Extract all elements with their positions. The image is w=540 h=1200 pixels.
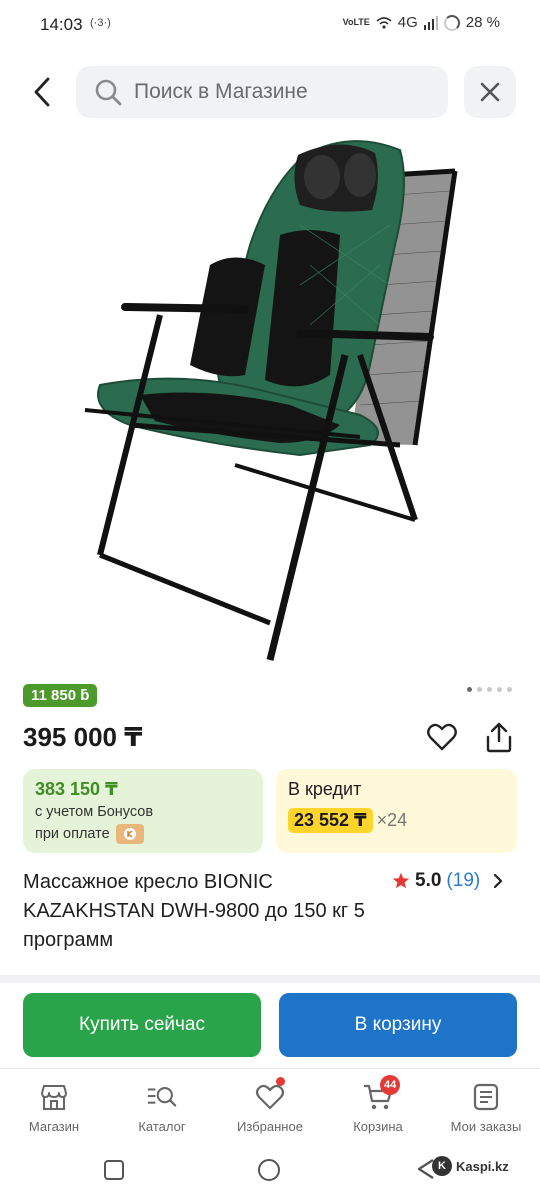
rating-link[interactable]: 5.0 (19)	[392, 870, 505, 892]
watermark-text: Kaspi.kz	[456, 1158, 509, 1174]
signal-icon	[423, 15, 438, 30]
gallery-dot[interactable]	[507, 687, 512, 692]
product-price: 395 000 ₸	[23, 722, 143, 752]
system-nav-bar: K Kaspi.kz	[0, 1140, 540, 1200]
kaspi-watermark: K Kaspi.kz	[432, 1156, 509, 1176]
rating-score: 5.0	[415, 870, 442, 891]
credit-term: ×24	[376, 810, 408, 830]
kaspi-gold-icon	[115, 824, 144, 844]
status-right: VoLTE 4G 28 %	[343, 14, 500, 31]
bonus-price-note: с учетом Бонусов	[35, 804, 154, 820]
status-time: 14:03	[40, 15, 83, 34]
tab-label: Избранное	[237, 1119, 303, 1134]
chevron-right-icon	[494, 873, 503, 889]
gallery-dots	[467, 687, 512, 692]
bonus-price-note-2: при оплате	[35, 824, 251, 844]
store-icon	[38, 1081, 70, 1113]
bonus-price-amount: 383 150 ₸	[35, 779, 118, 799]
credit-monthly-payment: 23 552 ₸	[288, 808, 373, 833]
star-icon	[392, 872, 410, 889]
back-button[interactable]	[22, 72, 62, 112]
volte-icon: VoLTE	[342, 17, 370, 27]
search-bar[interactable]	[76, 66, 448, 118]
home-button[interactable]	[258, 1159, 280, 1181]
bottom-tab-bar: Магазин Каталог Избранное 44 Корзина Мои…	[0, 1068, 540, 1140]
bonus-badge: 11 850 ƃ	[23, 684, 98, 707]
tab-orders[interactable]: Мои заказы	[432, 1069, 540, 1140]
rating-count: (19)	[446, 870, 481, 891]
add-to-cart-button[interactable]: В корзину	[279, 993, 517, 1057]
product-title: Массажное кресло BIONIC KAZAKHSTAN DWH-9…	[23, 871, 365, 951]
bonus-price-payment-text: при оплате	[35, 826, 110, 842]
section-divider	[0, 975, 540, 983]
tab-store[interactable]: Магазин	[0, 1069, 108, 1140]
share-button[interactable]	[480, 718, 518, 756]
gallery-dot[interactable]	[497, 687, 502, 692]
catalog-search-icon	[146, 1081, 178, 1113]
credit-row: 23 552 ₸ ×24	[288, 808, 505, 833]
tab-label: Мои заказы	[450, 1119, 522, 1134]
tab-label: Корзина	[353, 1119, 403, 1134]
recent-apps-button[interactable]	[104, 1160, 124, 1180]
kaspi-logo-icon: K	[432, 1156, 452, 1176]
chevron-left-icon	[34, 77, 50, 107]
tab-label: Магазин	[28, 1119, 80, 1134]
heart-icon	[427, 723, 457, 751]
close-icon	[480, 82, 500, 102]
status-bar: 14:03 (·3·) VoLTE 4G 28 %	[0, 0, 540, 50]
tab-catalog[interactable]: Каталог	[108, 1069, 216, 1140]
search-input[interactable]	[134, 80, 434, 104]
network-type: 4G	[397, 14, 418, 31]
battery-level: 28 %	[465, 14, 500, 31]
tab-favorites[interactable]: Избранное	[216, 1069, 324, 1140]
gallery-dot[interactable]	[487, 687, 492, 692]
credit-title: В кредит	[288, 779, 362, 799]
gallery-dot[interactable]	[467, 687, 472, 692]
tab-cart[interactable]: 44 Корзина	[324, 1069, 432, 1140]
bonus-price-card[interactable]: 383 150 ₸ с учетом Бонусов при оплате	[23, 769, 263, 853]
buy-now-button[interactable]: Купить сейчас	[23, 993, 261, 1057]
share-icon	[486, 722, 512, 753]
search-header	[0, 64, 540, 120]
notification-dot	[276, 1077, 285, 1086]
credit-card[interactable]: В кредит 23 552 ₸ ×24	[276, 769, 517, 853]
favorite-button[interactable]	[423, 718, 461, 756]
product-image[interactable]	[60, 125, 480, 670]
gallery-dot[interactable]	[477, 687, 482, 692]
search-icon	[95, 79, 122, 106]
status-notification-icon: (·3·)	[90, 17, 111, 29]
close-button[interactable]	[464, 66, 516, 118]
tab-label: Каталог	[138, 1119, 186, 1134]
wifi-icon	[376, 16, 392, 29]
cart-count-badge: 44	[380, 1075, 401, 1095]
orders-icon	[470, 1081, 502, 1113]
battery-icon	[443, 14, 460, 31]
